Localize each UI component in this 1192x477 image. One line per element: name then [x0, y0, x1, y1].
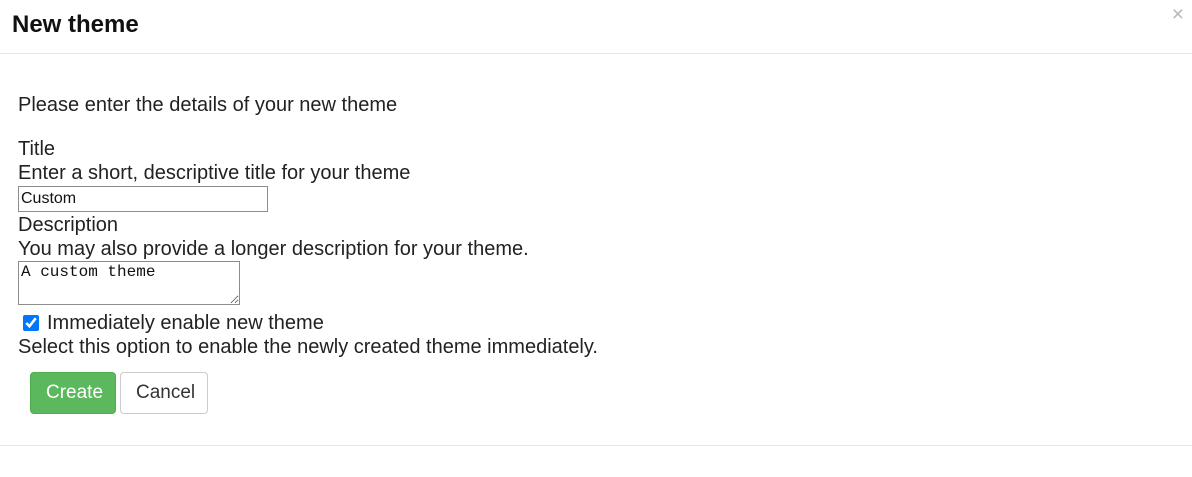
- description-label: Description: [18, 214, 119, 236]
- intro-text: Please enter the details of your new the…: [18, 94, 398, 116]
- create-button[interactable]: Create: [30, 372, 116, 414]
- description-textarea[interactable]: A custom theme: [18, 261, 240, 305]
- dialog-title: New theme: [12, 11, 139, 38]
- title-label: Title: [18, 138, 56, 160]
- description-help-text: You may also provide a longer descriptio…: [18, 238, 529, 260]
- enable-theme-checkbox[interactable]: [23, 315, 39, 331]
- title-help-text: Enter a short, descriptive title for you…: [18, 162, 411, 184]
- cancel-button[interactable]: Cancel: [120, 372, 208, 414]
- enable-theme-help-text: Select this option to enable the newly c…: [18, 336, 598, 358]
- dialog-header: New theme ×: [0, 0, 1192, 54]
- close-icon[interactable]: ×: [1172, 3, 1184, 27]
- enable-theme-label[interactable]: Immediately enable new theme: [47, 311, 324, 335]
- dialog-footer-divider: [0, 445, 1192, 446]
- new-theme-dialog: New theme × Please enter the details of …: [0, 0, 1192, 477]
- title-input[interactable]: [18, 186, 268, 212]
